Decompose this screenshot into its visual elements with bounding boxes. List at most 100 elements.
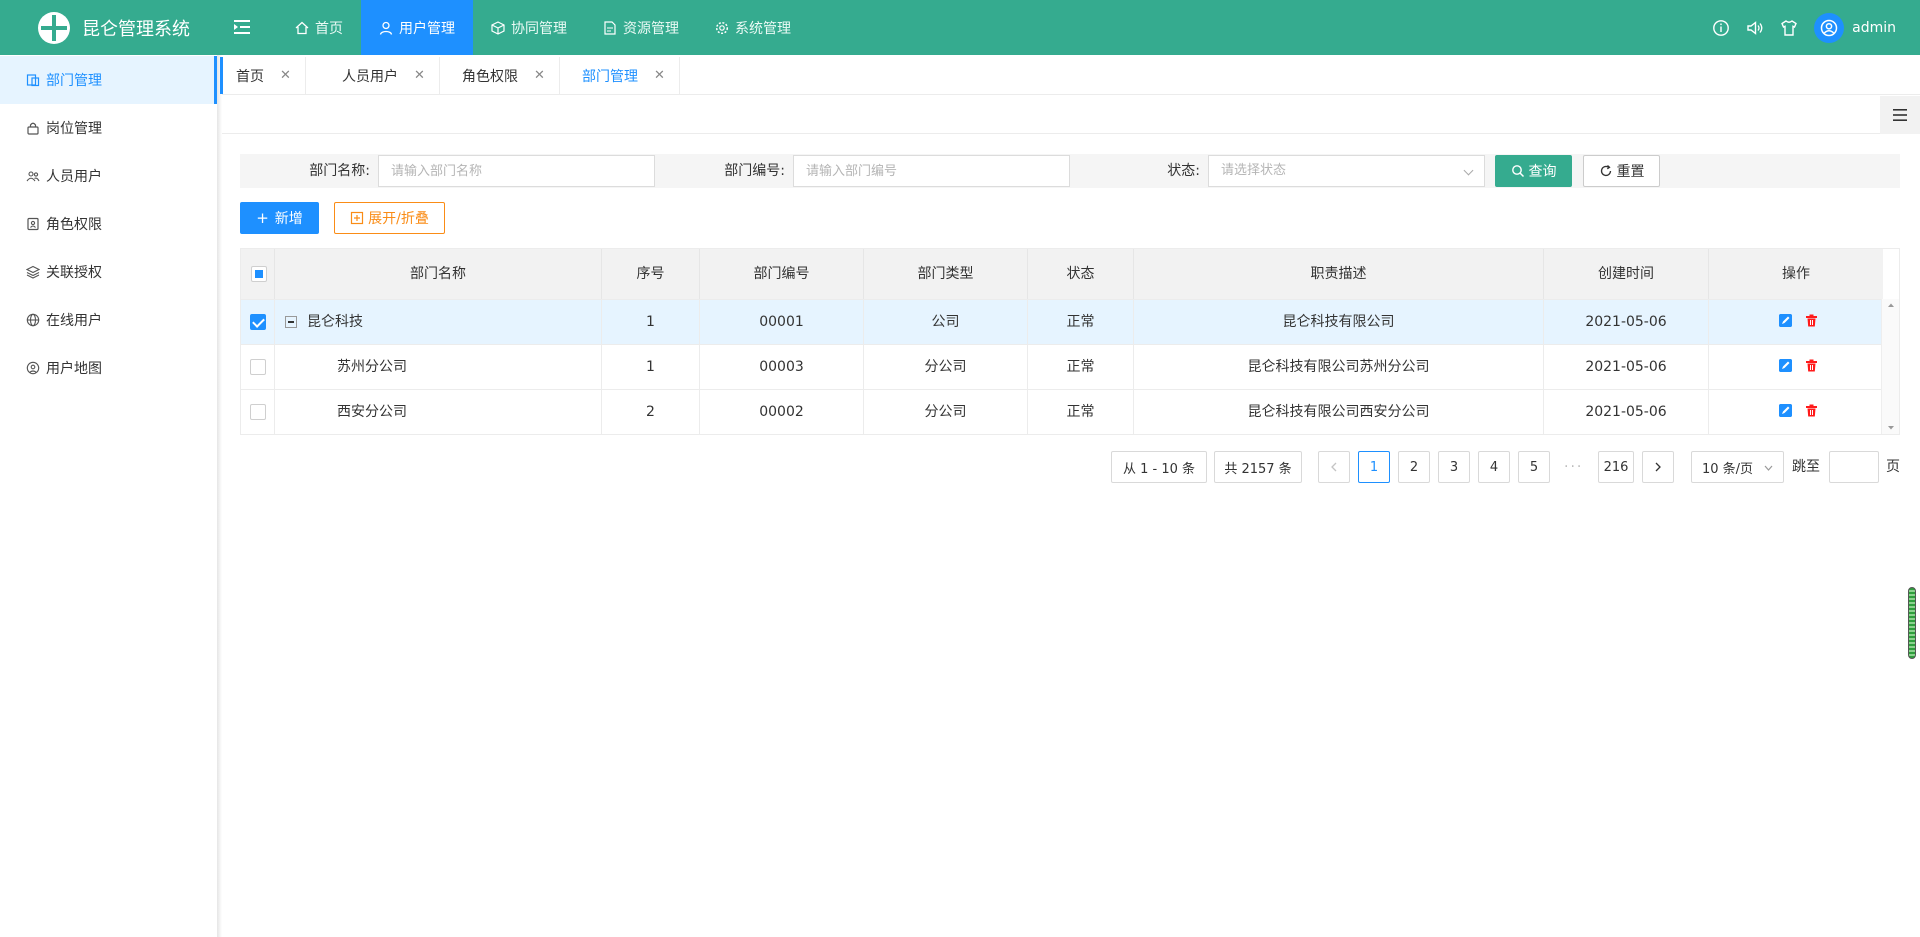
jump-page-input[interactable] [1829,451,1879,483]
code-cell: 00001 [700,300,864,344]
table-row[interactable]: 西安分公司 2 00002 分公司 正常 昆仑科技有限公司西安分公司 2021-… [241,389,1883,434]
column-header[interactable]: 部门名称 [275,249,602,299]
page-size-value: 10 条/页 [1702,461,1754,477]
department-icon [26,74,40,87]
edit-icon[interactable] [1779,404,1792,417]
dept-name-cell: 苏州分公司 [275,345,602,389]
floating-handle[interactable] [1908,587,1916,659]
nav-user-management[interactable]: 用户管理 [361,0,473,55]
dept-name-cell: 西安分公司 [275,390,602,434]
code-cell: 00002 [700,390,864,434]
tree-collapse-icon[interactable] [285,316,297,328]
search-icon [1511,165,1524,178]
tab-department[interactable]: 部门管理 ✕ [568,57,680,94]
sidebar-collapse-icon[interactable] [232,17,252,37]
expand-collapse-button[interactable]: 展开/折叠 [334,202,445,234]
avatar[interactable] [1814,12,1845,43]
close-icon[interactable]: ✕ [534,68,545,83]
top-bar: 昆仑管理系统 首页 用户管理 协同管理 资源管理 系统管理 admin [0,0,1920,55]
edit-icon[interactable] [1779,314,1792,327]
status-cell: 正常 [1028,300,1134,344]
sidebar-item-online-users[interactable]: 在线用户 [0,296,217,344]
tab-label: 首页 [236,68,264,85]
page-button[interactable]: 3 [1438,451,1470,483]
column-header[interactable]: 职责描述 [1134,249,1544,299]
tab-roles[interactable]: 角色权限 ✕ [448,57,560,94]
type-cell: 分公司 [864,390,1028,434]
menu-icon[interactable] [1880,96,1920,134]
layers-icon [26,265,40,279]
table-row[interactable]: 苏州分公司 1 00003 分公司 正常 昆仑科技有限公司苏州分公司 2021-… [241,344,1883,389]
tab-personnel[interactable]: 人员用户 ✕ [328,57,440,94]
column-header[interactable]: 创建时间 [1544,249,1709,299]
row-checkbox[interactable] [250,314,266,330]
close-icon[interactable]: ✕ [654,68,665,83]
nav-resources[interactable]: 资源管理 [585,0,697,55]
table-scrollbar[interactable] [1881,299,1899,434]
page-button[interactable]: 5 [1518,451,1550,483]
page-button[interactable]: 1 [1358,451,1390,483]
row-checkbox[interactable] [250,404,266,420]
delete-icon[interactable] [1805,404,1818,417]
sidebar-shadow [218,55,222,937]
username[interactable]: admin [1852,20,1896,36]
expand-square-icon [351,211,364,225]
speaker-icon[interactable] [1746,19,1764,37]
cube-icon [491,20,505,35]
dept-code-input[interactable] [793,155,1070,187]
sidebar-item-label: 角色权限 [46,217,102,233]
tab-label: 部门管理 [582,68,638,85]
sidebar-item-personnel[interactable]: 人员用户 [0,152,217,200]
sidebar-item-authorization[interactable]: 关联授权 [0,248,217,296]
page-button-last[interactable]: 216 [1598,451,1634,483]
sidebar-item-department[interactable]: 部门管理 [0,56,217,104]
sidebar-item-label: 部门管理 [46,73,102,89]
close-icon[interactable]: ✕ [414,68,425,83]
add-button[interactable]: + 新增 [240,202,319,234]
reset-button[interactable]: 重置 [1583,155,1660,187]
sidebar-item-position[interactable]: 岗位管理 [0,104,217,152]
page-button[interactable]: 4 [1478,451,1510,483]
globe-icon [26,313,40,327]
dept-name-input[interactable] [378,155,655,187]
chevron-down-icon [1463,165,1474,176]
delete-icon[interactable] [1805,314,1818,327]
column-header[interactable]: 部门编号 [700,249,864,299]
user-avatar-icon [1820,19,1838,36]
delete-icon[interactable] [1805,359,1818,372]
brand: 昆仑管理系统 [38,12,190,44]
sidebar-item-roles[interactable]: 角色权限 [0,200,217,248]
column-header[interactable]: 序号 [602,249,700,299]
created-cell: 2021-05-06 [1544,390,1709,434]
next-page-button[interactable] [1642,451,1674,483]
query-button[interactable]: 查询 [1495,155,1572,187]
pagination-ellipsis[interactable]: ··· [1564,451,1583,483]
people-icon [26,171,40,182]
status-cell: 正常 [1028,390,1134,434]
query-button-label: 查询 [1528,164,1557,180]
sidebar-item-label: 人员用户 [46,169,102,185]
page-size-select[interactable]: 10 条/页 [1691,451,1784,483]
select-all-checkbox[interactable] [251,266,267,282]
status-select[interactable]: 请选择状态 [1208,155,1485,187]
column-header[interactable]: 部门类型 [864,249,1028,299]
gear-icon [715,21,729,34]
column-header[interactable]: 状态 [1028,249,1134,299]
nav-home[interactable]: 首页 [277,0,361,55]
page-button[interactable]: 2 [1398,451,1430,483]
info-icon[interactable] [1712,19,1730,37]
sidebar-item-user-map[interactable]: 用户地图 [0,344,217,392]
sidebar-item-label: 岗位管理 [46,121,102,137]
created-cell: 2021-05-06 [1544,345,1709,389]
prev-page-button[interactable] [1318,451,1350,483]
close-icon[interactable]: ✕ [280,68,291,83]
nav-collaboration[interactable]: 协同管理 [473,0,585,55]
lock-icon [27,122,39,135]
theme-shirt-icon[interactable] [1780,19,1798,37]
tab-home[interactable]: 首页 ✕ [222,57,306,94]
edit-icon[interactable] [1779,359,1792,372]
table-row[interactable]: 昆仑科技 1 00001 公司 正常 昆仑科技有限公司 2021-05-06 [241,299,1883,344]
row-checkbox[interactable] [250,359,266,375]
desc-cell: 昆仑科技有限公司西安分公司 [1134,390,1544,434]
nav-system[interactable]: 系统管理 [697,0,809,55]
